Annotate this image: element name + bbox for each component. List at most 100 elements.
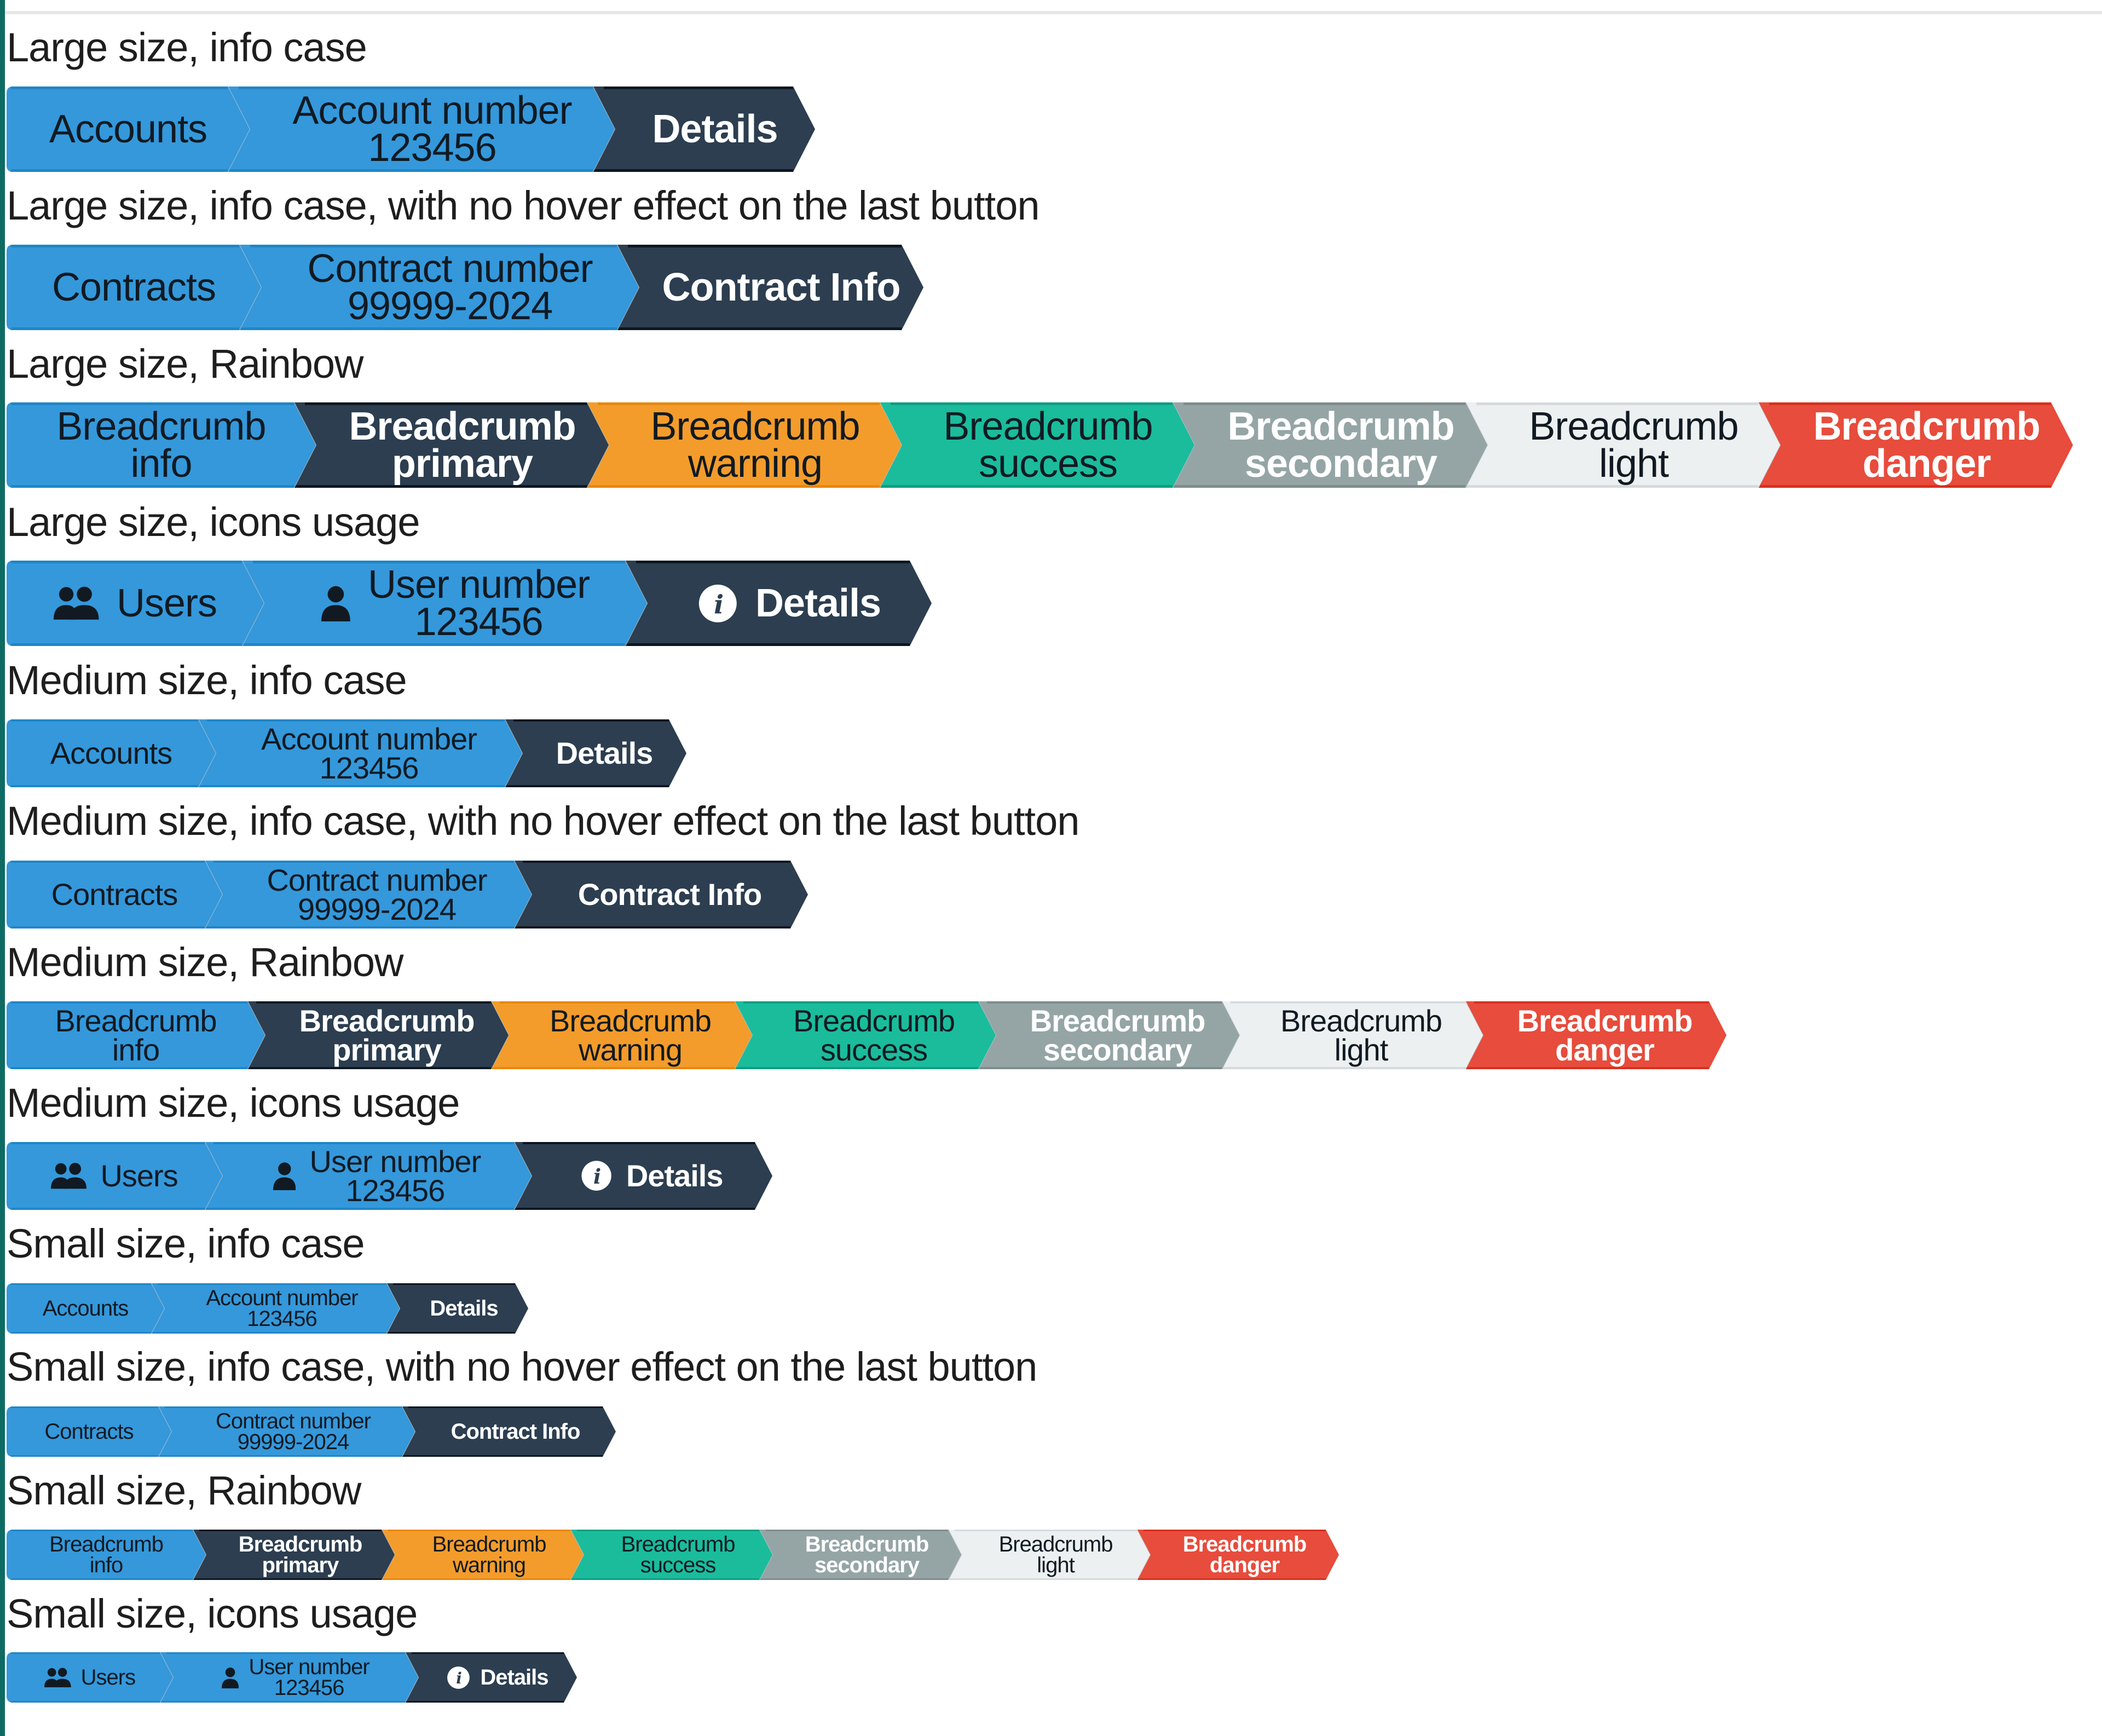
breadcrumb-item-breadcrumb-primary[interactable]: Breadcrumb primary: [294, 402, 609, 488]
section-label: Large size, info case: [7, 25, 367, 70]
breadcrumb-item-contracts[interactable]: Contracts: [7, 245, 261, 330]
breadcrumb-item-contracts[interactable]: Contracts: [7, 861, 222, 928]
section-label: Medium size, icons usage: [7, 1080, 460, 1126]
breadcrumb-text: info: [130, 442, 192, 486]
breadcrumb-text: danger: [1862, 442, 1991, 486]
breadcrumb-text: User number: [368, 562, 590, 607]
breadcrumb-item-breadcrumb-light[interactable]: Breadcrumb light: [1222, 1001, 1483, 1069]
breadcrumb-item-contract-number-99999-2024[interactable]: Contract number 99999-2024: [158, 1406, 415, 1457]
breadcrumb-item-breadcrumb-warning[interactable]: Breadcrumb warning: [382, 1530, 584, 1580]
breadcrumb-text: light: [1334, 1033, 1389, 1067]
breadcrumb-text: Accounts: [49, 107, 207, 151]
breadcrumb-item-breadcrumb-secondary[interactable]: Breadcrumb secondary: [759, 1530, 961, 1580]
breadcrumb-item-contract-number-99999-2024[interactable]: Contract number 99999-2024: [205, 861, 532, 928]
breadcrumb-item-breadcrumb-secondary[interactable]: Breadcrumb secondary: [978, 1001, 1239, 1069]
left-accent-bar: [0, 0, 5, 1736]
breadcrumb-text: Users: [80, 1665, 136, 1689]
breadcrumb-item-user-number-123456[interactable]: User number 123456: [160, 1652, 418, 1703]
breadcrumb-item-contract-info[interactable]: Contract Info: [514, 861, 808, 928]
breadcrumb-item-breadcrumb-primary[interactable]: Breadcrumb primary: [193, 1530, 395, 1580]
breadcrumb-item-details[interactable]: i Details: [625, 561, 932, 646]
breadcrumb-text: Breadcrumb: [299, 1003, 475, 1038]
breadcrumb-item-breadcrumb-danger[interactable]: Breadcrumb danger: [1758, 402, 2073, 488]
breadcrumb: Accounts Account number 123456 Details: [7, 719, 686, 787]
breadcrumb-item-details[interactable]: i Details: [514, 1142, 772, 1210]
breadcrumb-item-breadcrumb-warning[interactable]: Breadcrumb warning: [491, 1001, 752, 1069]
breadcrumb-item-breadcrumb-warning[interactable]: Breadcrumb warning: [587, 402, 902, 488]
breadcrumb-item-user-number-123456[interactable]: User number 123456: [242, 561, 647, 646]
breadcrumb-text: 99999-2024: [347, 284, 553, 328]
breadcrumb-item-breadcrumb-secondary[interactable]: Breadcrumb secondary: [1173, 402, 1487, 488]
breadcrumb-item-account-number-123456[interactable]: Account number 123456: [151, 1283, 400, 1334]
breadcrumb-text: Breadcrumb: [549, 1003, 712, 1038]
breadcrumb-item-account-number-123456[interactable]: Account number 123456: [198, 719, 522, 787]
breadcrumb-text: Contracts: [51, 265, 216, 309]
breadcrumb-item-breadcrumb-danger[interactable]: Breadcrumb danger: [1465, 1001, 1726, 1069]
user-icon: [273, 1162, 296, 1190]
breadcrumb-item-breadcrumb-success[interactable]: Breadcrumb success: [570, 1530, 772, 1580]
breadcrumb: Users User number 123456 i Details: [7, 561, 932, 646]
breadcrumb-item-details[interactable]: Details: [505, 719, 686, 787]
breadcrumb-text: Breadcrumb: [650, 404, 860, 448]
breadcrumb-item-users[interactable]: Users: [7, 561, 264, 646]
breadcrumb-item-details[interactable]: i Details: [405, 1652, 577, 1703]
breadcrumb-text: danger: [1555, 1033, 1655, 1067]
breadcrumb-item-user-number-123456[interactable]: User number 123456: [205, 1142, 532, 1210]
breadcrumb-item-contract-info[interactable]: Contract Info: [617, 245, 923, 330]
breadcrumb-text: warning: [578, 1033, 683, 1067]
info-circle-icon: i: [698, 584, 737, 622]
breadcrumb-text: Contract number: [216, 1409, 371, 1433]
breadcrumb-item-breadcrumb-light[interactable]: Breadcrumb light: [948, 1530, 1150, 1580]
breadcrumb-item-breadcrumb-light[interactable]: Breadcrumb light: [1465, 402, 1780, 488]
breadcrumb-text: 99999-2024: [298, 892, 457, 926]
breadcrumb-text: Account number: [292, 88, 572, 132]
breadcrumb-item-users[interactable]: Users: [7, 1142, 222, 1210]
breadcrumb-text: 123456: [345, 1173, 445, 1208]
breadcrumb-text: secondary: [1043, 1033, 1192, 1067]
breadcrumb-text: Users: [100, 1158, 178, 1193]
breadcrumb-text: Accounts: [50, 736, 172, 771]
breadcrumb-text: Contract number: [267, 862, 487, 897]
breadcrumb: Users User number 123456 i Details: [7, 1142, 772, 1210]
breadcrumb-item-breadcrumb-success[interactable]: Breadcrumb success: [735, 1001, 996, 1069]
section-label: Medium size, info case, with no hover ef…: [7, 798, 1079, 844]
breadcrumb-text: light: [1598, 442, 1669, 486]
breadcrumb-item-breadcrumb-info[interactable]: Breadcrumb info: [7, 1530, 206, 1580]
breadcrumb-text: 123456: [414, 600, 543, 644]
breadcrumb-text: primary: [332, 1033, 441, 1067]
breadcrumb-text: Contract Info: [578, 877, 762, 912]
breadcrumb-item-details[interactable]: Details: [593, 86, 815, 172]
breadcrumb-item-accounts[interactable]: Accounts: [7, 86, 250, 172]
breadcrumb-item-accounts[interactable]: Accounts: [7, 1283, 164, 1334]
breadcrumb-text: 123456: [247, 1307, 317, 1331]
breadcrumb-text: Details: [556, 736, 654, 771]
section-label: Small size, icons usage: [7, 1591, 418, 1636]
breadcrumb-item-account-number-123456[interactable]: Account number 123456: [228, 86, 615, 172]
breadcrumb-text: Details: [626, 1158, 724, 1193]
breadcrumb-text: Contract Info: [451, 1420, 581, 1444]
breadcrumb-text: info: [89, 1553, 123, 1577]
breadcrumb-item-breadcrumb-primary[interactable]: Breadcrumb primary: [247, 1001, 509, 1069]
breadcrumb-text: Breadcrumb: [1529, 404, 1739, 448]
svg-text:i: i: [593, 1164, 600, 1189]
breadcrumb-item-breadcrumb-success[interactable]: Breadcrumb success: [880, 402, 1194, 488]
breadcrumb: Breadcrumb info Breadcrumb primary Breadcr…: [7, 1530, 1339, 1580]
breadcrumb-item-contracts[interactable]: Contracts: [7, 1406, 171, 1457]
breadcrumb-item-users[interactable]: Users: [7, 1652, 173, 1703]
breadcrumb-text: Breadcrumb: [56, 404, 266, 448]
info-circle-icon: i: [447, 1666, 470, 1689]
breadcrumb-item-contract-info[interactable]: Contract Info: [402, 1406, 616, 1457]
breadcrumb-text: Breadcrumb: [1182, 1532, 1307, 1556]
breadcrumb-item-breadcrumb-info[interactable]: Breadcrumb info: [7, 402, 316, 488]
breadcrumb-text: Users: [116, 581, 217, 625]
breadcrumb-item-breadcrumb-info[interactable]: Breadcrumb info: [7, 1001, 265, 1069]
breadcrumb-item-breadcrumb-danger[interactable]: Breadcrumb danger: [1137, 1530, 1339, 1580]
section-label: Large size, Rainbow: [7, 341, 363, 387]
breadcrumb-text: Breadcrumb: [1280, 1003, 1442, 1038]
breadcrumb-text: Contract number: [307, 246, 593, 291]
breadcrumb-item-contract-number-99999-2024[interactable]: Contract number 99999-2024: [239, 245, 639, 330]
breadcrumb-text: 123456: [319, 751, 419, 785]
breadcrumb-text: 99999-2024: [237, 1430, 350, 1454]
breadcrumb-item-accounts[interactable]: Accounts: [7, 719, 216, 787]
breadcrumb-item-details[interactable]: Details: [386, 1283, 528, 1334]
